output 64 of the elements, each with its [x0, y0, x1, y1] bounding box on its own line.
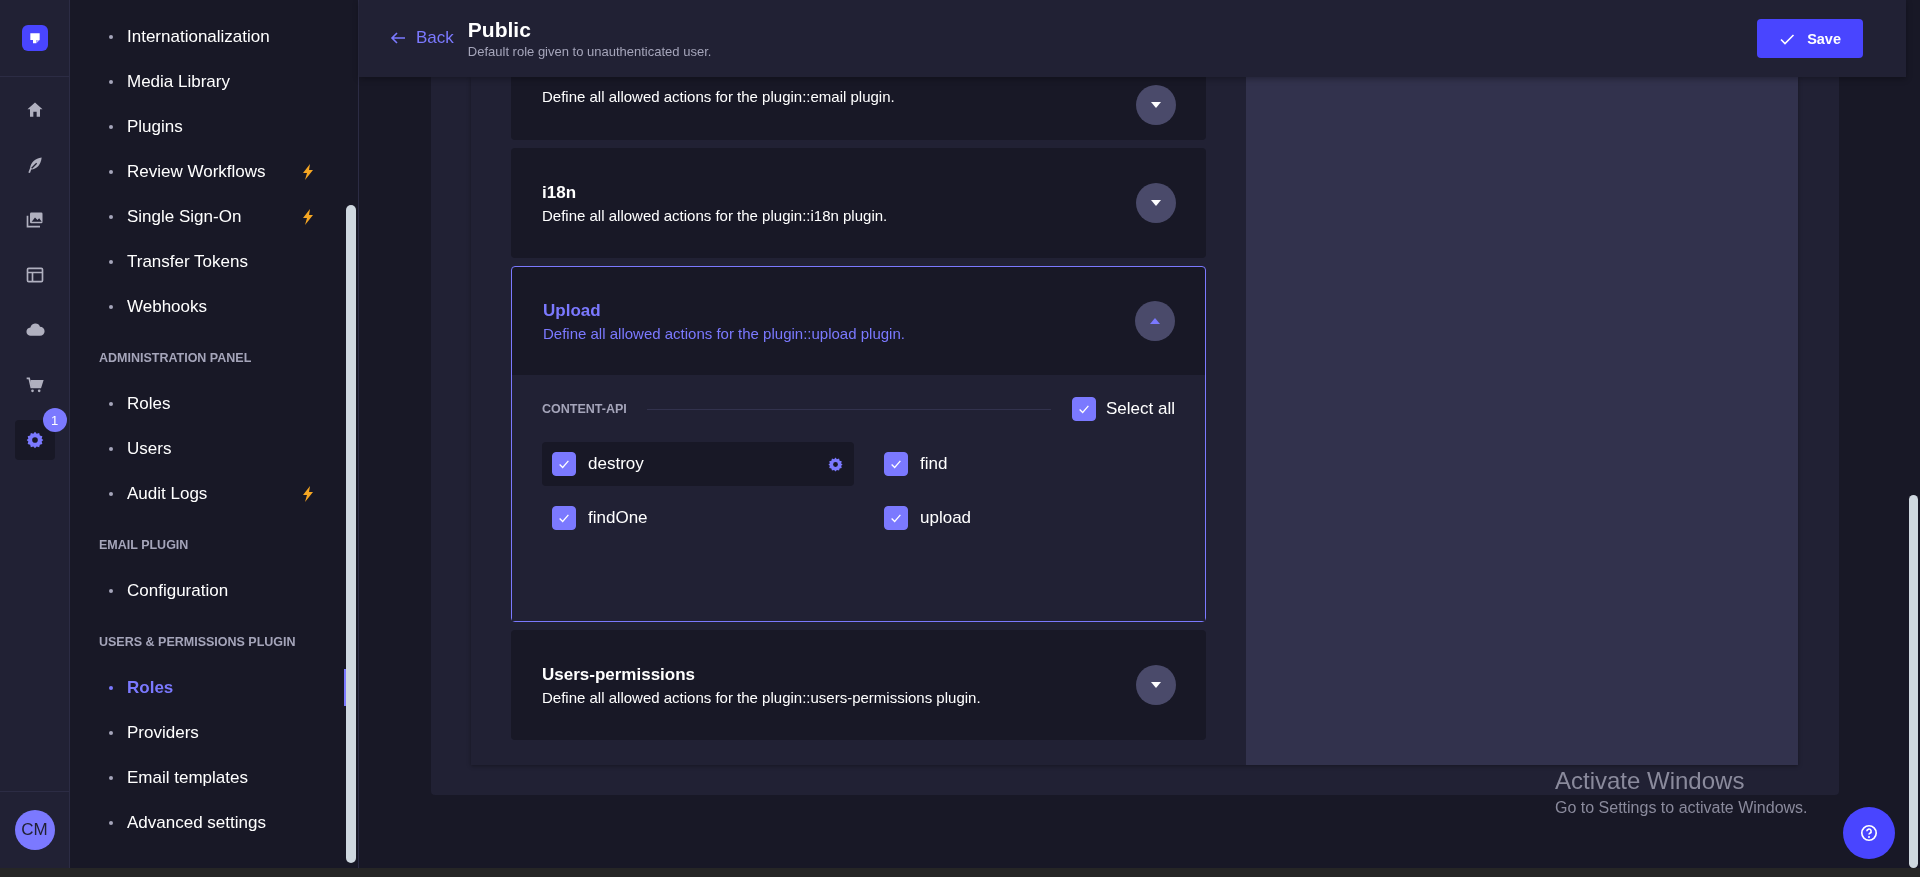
checkbox[interactable]: [552, 506, 576, 530]
back-link[interactable]: Back: [390, 27, 454, 48]
sidebar-item[interactable]: Transfer Tokens: [70, 239, 346, 284]
sidebar-item[interactable]: Internationalization: [70, 14, 346, 59]
section-heading: USERS & PERMISSIONS PLUGIN: [98, 634, 297, 651]
accordion-description: Define all allowed actions for the plugin::upload plugin.: [543, 324, 906, 342]
accordion-title[interactable]: i18n: [542, 182, 1136, 203]
checkbox-label: findOne: [588, 508, 648, 528]
save-button[interactable]: Save: [1757, 19, 1863, 58]
help-button[interactable]: [1843, 807, 1895, 859]
section-heading: EMAIL PLUGIN: [98, 537, 190, 554]
accordion-description: Define all allowed actions for the plugin::email plugin.: [542, 88, 896, 105]
logo-icon[interactable]: [21, 25, 48, 51]
accordion-description: Define all allowed actions for the plugin::i18n plugin.: [542, 206, 889, 224]
sidebar-item[interactable]: Configuration: [70, 568, 346, 613]
checkbox[interactable]: [884, 506, 908, 530]
sidebar-item[interactable]: Roles: [70, 665, 346, 710]
section-label: CONTENT-API: [542, 402, 627, 416]
caret-down-icon: [1150, 681, 1162, 689]
caret-down-icon: [1150, 101, 1162, 109]
help-icon: [1860, 824, 1878, 842]
checkbox-label: find: [920, 454, 948, 474]
sidebar-item[interactable]: Plugins: [70, 104, 346, 149]
arrow-left-icon: [390, 29, 406, 46]
settings-icon[interactable]: [827, 455, 844, 473]
user-avatar[interactable]: CM: [14, 810, 55, 850]
page-subtitle: Default role given to unauthenticated user.: [467, 44, 713, 59]
accordion-description: Define all allowed actions for the plugin::users-permissions plugin.: [542, 688, 982, 706]
section-heading: ADMINISTRATION PANEL: [98, 350, 253, 367]
checkbox[interactable]: [552, 452, 576, 476]
notification-badge: 1: [42, 408, 67, 432]
checkbox-label: Select all: [1106, 399, 1175, 419]
notice-text: Go to Settings to activate Windows.: [1555, 799, 1808, 817]
sidebar-item[interactable]: Roles: [70, 381, 346, 426]
sidebar-item[interactable]: Providers: [70, 710, 346, 755]
checkbox[interactable]: [884, 452, 908, 476]
notice-title: Activate Windows: [1555, 767, 1746, 795]
action-row[interactable]: destroy: [542, 442, 854, 486]
checkbox[interactable]: [1072, 397, 1096, 421]
sidebar-item[interactable]: Single Sign-On: [70, 194, 346, 239]
scrollbar-thumb[interactable]: [346, 205, 356, 863]
caret-up-icon: [1149, 317, 1161, 325]
page-title: Public: [467, 18, 532, 42]
cart-icon: [24, 375, 45, 395]
sidebar-item[interactable]: Email templates: [70, 755, 346, 800]
sidebar-item[interactable]: Audit Logs: [70, 471, 346, 516]
checkbox-label: destroy: [588, 454, 644, 474]
expand-toggle[interactable]: [1136, 665, 1176, 705]
settings-icon: [24, 430, 45, 450]
sidebar-item[interactable]: Review Workflows: [70, 149, 346, 194]
accordion-title[interactable]: Upload: [543, 300, 1135, 321]
sidebar-item[interactable]: Advanced settings: [70, 800, 346, 845]
caret-down-icon: [1150, 199, 1162, 207]
sidebar-item[interactable]: Webhooks: [70, 284, 346, 329]
images-icon: [24, 210, 45, 230]
expand-toggle[interactable]: [1136, 85, 1176, 125]
sidebar-item[interactable]: Media Library: [70, 59, 346, 104]
expand-toggle[interactable]: [1136, 183, 1176, 223]
checkbox-label: upload: [920, 508, 972, 528]
sidebar-item[interactable]: Users: [70, 426, 346, 471]
accordion-title[interactable]: Users-permissions: [542, 664, 1136, 685]
layout-icon: [24, 265, 45, 285]
scrollbar-thumb[interactable]: [1909, 495, 1918, 868]
expand-toggle[interactable]: [1135, 301, 1175, 341]
